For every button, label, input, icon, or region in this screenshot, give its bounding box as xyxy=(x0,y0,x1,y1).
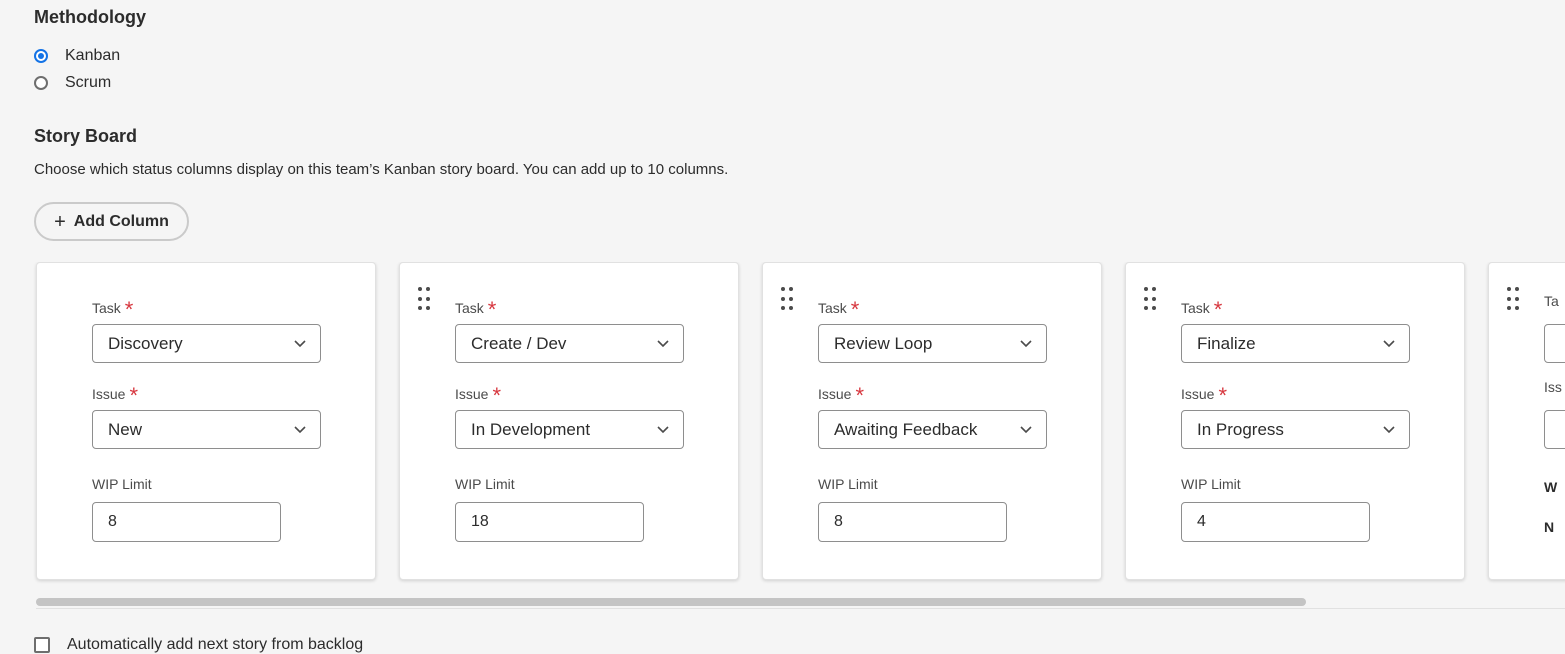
status-column-card: Task * Create / Dev Issue * In Development… xyxy=(399,262,739,580)
auto-add-story-checkbox[interactable] xyxy=(34,637,50,653)
methodology-title: Methodology xyxy=(34,7,146,27)
task-label: Ta xyxy=(1544,293,1559,309)
radio-scrum-label: Scrum xyxy=(65,74,112,91)
task-select[interactable]: Create / Dev xyxy=(455,324,684,363)
chevron-down-icon xyxy=(294,340,306,348)
wip-limit-label: WIP Limit xyxy=(92,476,152,492)
horizontal-scrollbar-thumb[interactable] xyxy=(36,598,1306,606)
drag-handle-icon[interactable] xyxy=(418,287,430,313)
task-select[interactable] xyxy=(1544,324,1565,363)
chevron-down-icon xyxy=(1020,340,1032,348)
radio-scrum[interactable]: Scrum xyxy=(34,74,111,92)
task-select-value: Finalize xyxy=(1197,333,1256,353)
drag-handle-icon[interactable] xyxy=(1144,287,1156,313)
radio-kanban-label: Kanban xyxy=(65,47,121,64)
task-select-value: Create / Dev xyxy=(471,333,567,353)
auto-add-story-option[interactable]: Automatically add next story from backlo… xyxy=(34,636,363,654)
issue-select-value: In Development xyxy=(471,419,591,439)
status-column-card-partial: Ta Iss W N xyxy=(1488,262,1565,580)
wip-limit-input[interactable]: 8 xyxy=(92,502,281,542)
task-label: Task * xyxy=(1181,297,1223,322)
status-column-card: Task * Review Loop Issue * Awaiting Feedba… xyxy=(762,262,1102,580)
chevron-down-icon xyxy=(294,426,306,434)
task-select[interactable]: Finalize xyxy=(1181,324,1410,363)
wip-limit-label: W xyxy=(1544,479,1558,495)
issue-select[interactable]: Awaiting Feedback xyxy=(818,410,1047,449)
drag-handle-icon[interactable] xyxy=(1507,287,1519,313)
task-label: Task * xyxy=(818,297,860,322)
status-column-card: Task * Finalize Issue * In Progress WIP Li… xyxy=(1125,262,1465,580)
chevron-down-icon xyxy=(657,340,669,348)
issue-select[interactable] xyxy=(1544,410,1565,449)
drag-handle-icon[interactable] xyxy=(781,287,793,313)
radio-kanban-button[interactable] xyxy=(34,49,48,63)
issue-select[interactable]: In Development xyxy=(455,410,684,449)
wip-limit-input[interactable]: 8 xyxy=(818,502,1007,542)
story-board-description: Choose which status columns display on t… xyxy=(34,161,729,178)
issue-select[interactable]: New xyxy=(92,410,321,449)
issue-select-value: New xyxy=(108,419,143,439)
add-column-button[interactable]: + Add Column xyxy=(34,202,189,241)
wip-limit-label: WIP Limit xyxy=(818,476,878,492)
plus-icon: + xyxy=(54,210,66,233)
task-select[interactable]: Discovery xyxy=(92,324,321,363)
issue-label: Iss xyxy=(1544,379,1562,395)
issue-select-value: In Progress xyxy=(1197,419,1284,439)
radio-scrum-button[interactable] xyxy=(34,76,48,90)
issue-label: Issue * xyxy=(1181,383,1228,408)
issue-label: Issue * xyxy=(455,383,502,408)
chevron-down-icon xyxy=(1383,426,1395,434)
issue-select-value: Awaiting Feedback xyxy=(834,419,978,439)
status-column-card: Task * Discovery Issue * New WIP Limit 8 xyxy=(36,262,376,580)
radio-kanban[interactable]: Kanban xyxy=(34,47,120,65)
issue-select[interactable]: In Progress xyxy=(1181,410,1410,449)
wip-limit-label: WIP Limit xyxy=(455,476,515,492)
task-label: Task * xyxy=(455,297,497,322)
wip-limit-input[interactable]: 18 xyxy=(455,502,644,542)
task-select-value: Review Loop xyxy=(834,333,933,353)
wip-limit-label: WIP Limit xyxy=(1181,476,1241,492)
add-column-label: Add Column xyxy=(73,212,169,230)
task-label: Task * xyxy=(92,297,134,322)
story-board-title: Story Board xyxy=(34,126,138,146)
wip-limit-input[interactable]: 4 xyxy=(1181,502,1370,542)
issue-label: Issue * xyxy=(92,383,139,408)
issue-label: Issue * xyxy=(818,383,865,408)
chevron-down-icon xyxy=(657,426,669,434)
chevron-down-icon xyxy=(1383,340,1395,348)
task-select[interactable]: Review Loop xyxy=(818,324,1047,363)
auto-add-story-label: Automatically add next story from backlo… xyxy=(67,636,364,653)
story-board-columns: Task * Discovery Issue * New WIP Limit 8 T… xyxy=(0,262,1565,584)
next-label: N xyxy=(1544,519,1555,535)
task-select-value: Discovery xyxy=(108,333,183,353)
chevron-down-icon xyxy=(1020,426,1032,434)
